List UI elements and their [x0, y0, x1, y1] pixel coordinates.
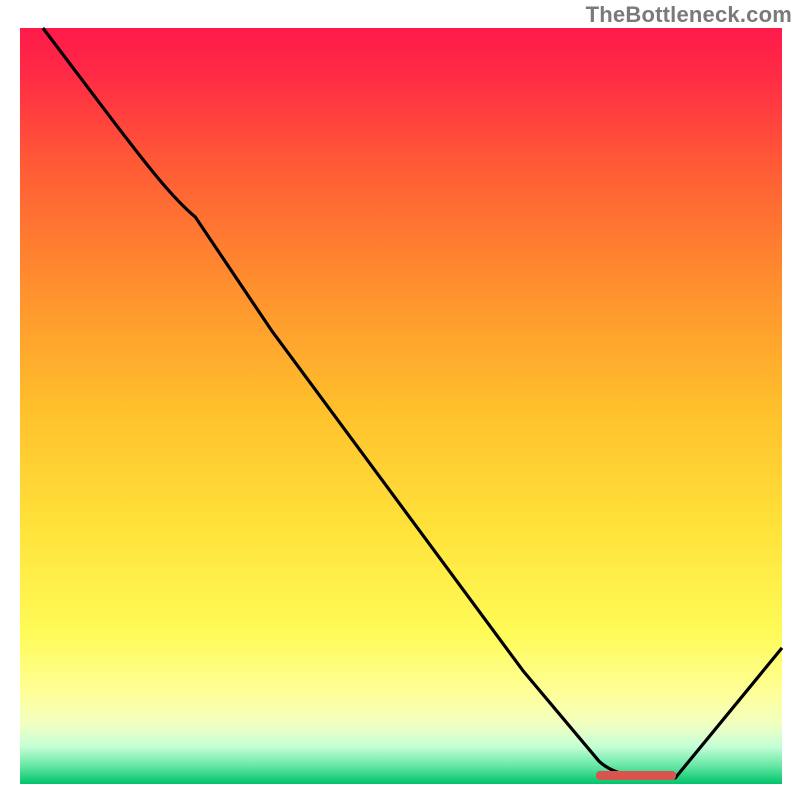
chart-background	[20, 28, 782, 784]
optimal-range-marker	[596, 771, 676, 780]
bottleneck-chart	[0, 0, 800, 800]
chart-stage: TheBottleneck.com	[0, 0, 800, 800]
attribution-text: TheBottleneck.com	[586, 2, 792, 28]
